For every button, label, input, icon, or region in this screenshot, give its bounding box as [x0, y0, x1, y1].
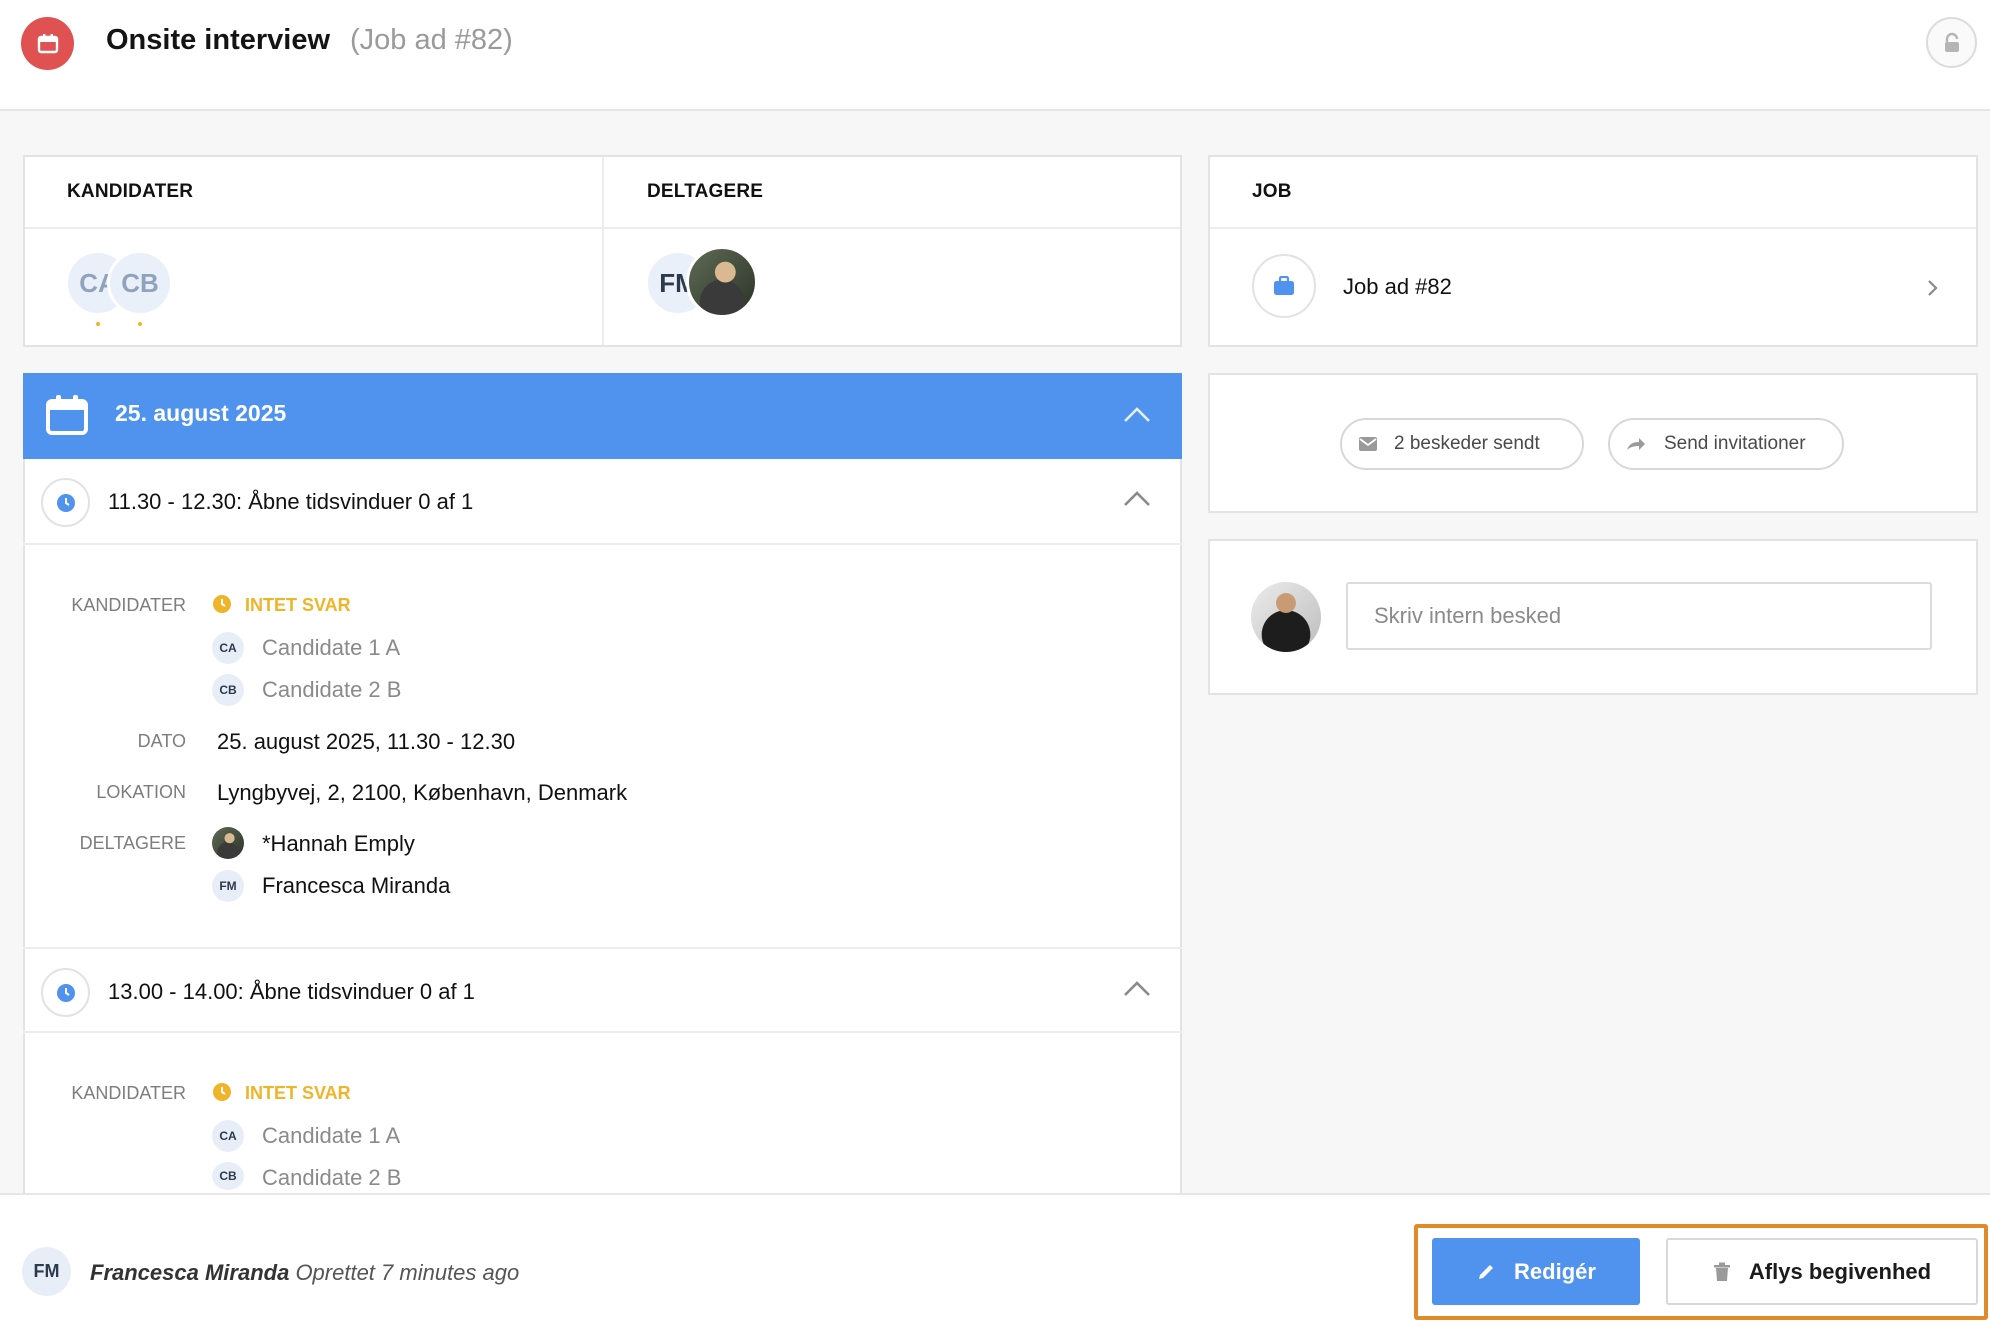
briefcase-icon: [1252, 254, 1316, 318]
participant-photo-avatar: [212, 827, 244, 859]
location-label: LOKATION: [96, 782, 186, 802]
clock-icon: [41, 968, 90, 1017]
candidates-heading: KANDIDATER: [67, 181, 194, 202]
candidate-name[interactable]: Candidate 1 A: [262, 1123, 400, 1149]
time-slot-header[interactable]: 11.30 - 12.30: Åbne tidsvinduer 0 af 1: [23, 459, 1182, 545]
lock-button[interactable]: [1926, 17, 1977, 68]
edit-label: Redigér: [1514, 1258, 1596, 1284]
candidate-name[interactable]: Candidate 1 A: [262, 635, 400, 661]
calendar-icon: [21, 17, 74, 70]
author-name: Francesca Miranda: [90, 1260, 290, 1285]
chevron-right-icon: [1928, 280, 1938, 296]
status-badge: INTET SVAR: [245, 595, 351, 615]
trash-icon: [1713, 1262, 1730, 1281]
messages-sent-button[interactable]: 2 beskeder sendt: [1340, 418, 1584, 470]
pending-clock-icon: [213, 595, 231, 613]
date-header[interactable]: 25. august 2025: [23, 373, 1182, 459]
author-avatar: FM: [22, 1247, 71, 1296]
job-card: JOB Job ad #82: [1208, 155, 1978, 347]
candidates-label: KANDIDATER: [71, 595, 186, 615]
clock-icon: [41, 478, 90, 527]
candidate-avatar: CB: [212, 674, 244, 706]
edit-button[interactable]: Redigér: [1432, 1238, 1640, 1305]
internal-note-input[interactable]: [1346, 582, 1932, 650]
participant-name[interactable]: *Hannah Emply: [262, 831, 415, 857]
page-subtitle: (Job ad #82): [350, 24, 513, 56]
created-info: Francesca Miranda Oprettet 7 minutes ago: [90, 1260, 519, 1286]
cancel-event-label: Aflys begivenhed: [1748, 1258, 1932, 1284]
candidate-avatar[interactable]: CB: [107, 250, 173, 316]
share-arrow-icon: [1627, 438, 1645, 450]
chevron-up-icon[interactable]: [1122, 979, 1152, 997]
candidate-avatar: CA: [212, 632, 244, 664]
candidate-avatar: CA: [212, 1120, 244, 1152]
cancel-event-button[interactable]: Aflys begivenhed: [1666, 1238, 1978, 1305]
status-badge: INTET SVAR: [245, 1083, 351, 1103]
time-slot-header[interactable]: 13.00 - 14.00: Åbne tidsvinduer 0 af 1: [23, 947, 1182, 1033]
user-avatar: [1251, 582, 1321, 652]
messages-card: 2 beskeder sendt Send invitationer: [1208, 373, 1978, 513]
job-link-row[interactable]: Job ad #82: [1210, 229, 1976, 345]
date-value: 25. august 2025, 11.30 - 12.30: [217, 729, 516, 754]
participants-label: DELTAGERE: [79, 833, 186, 853]
candidate-name[interactable]: Candidate 2 B: [262, 677, 401, 703]
participant-avatar: FM: [212, 870, 244, 902]
job-name: Job ad #82: [1343, 274, 1452, 299]
date-label: DATO: [137, 731, 186, 751]
messages-sent-label: 2 beskeder sendt: [1394, 433, 1540, 454]
chevron-up-icon[interactable]: [1122, 405, 1152, 423]
candidate-avatar: CB: [212, 1162, 244, 1190]
time-slot-title: 13.00 - 14.00: Åbne tidsvinduer 0 af 1: [108, 979, 475, 1004]
created-action: Oprettet 7 minutes ago: [295, 1260, 520, 1285]
participant-photo-avatar[interactable]: [686, 246, 758, 318]
participants-heading: DELTAGERE: [647, 181, 764, 202]
location-value: Lyngbyvej, 2, 2100, København, Denmark: [217, 780, 628, 805]
top-bar: Onsite interview (Job ad #82): [0, 0, 1990, 111]
pencil-icon: [1479, 1264, 1494, 1279]
send-invitations-button[interactable]: Send invitationer: [1608, 418, 1844, 470]
envelope-icon: [1359, 437, 1377, 451]
candidate-name[interactable]: Candidate 2 B: [262, 1165, 401, 1191]
page-title: Onsite interview: [106, 24, 331, 56]
candidates-label: KANDIDATER: [71, 1083, 186, 1103]
lock-icon: [1944, 32, 1959, 52]
job-heading: JOB: [1252, 181, 1292, 202]
send-invitations-label: Send invitationer: [1664, 433, 1806, 454]
calendar-icon: [46, 395, 88, 435]
people-card: KANDIDATER DELTAGERE CA CB FM: [23, 155, 1182, 347]
time-slot-title: 11.30 - 12.30: Åbne tidsvinduer 0 af 1: [108, 489, 474, 514]
date-title: 25. august 2025: [115, 400, 287, 426]
participant-name[interactable]: Francesca Miranda: [262, 873, 450, 899]
chevron-up-icon[interactable]: [1122, 489, 1152, 507]
pending-clock-icon: [213, 1083, 231, 1101]
